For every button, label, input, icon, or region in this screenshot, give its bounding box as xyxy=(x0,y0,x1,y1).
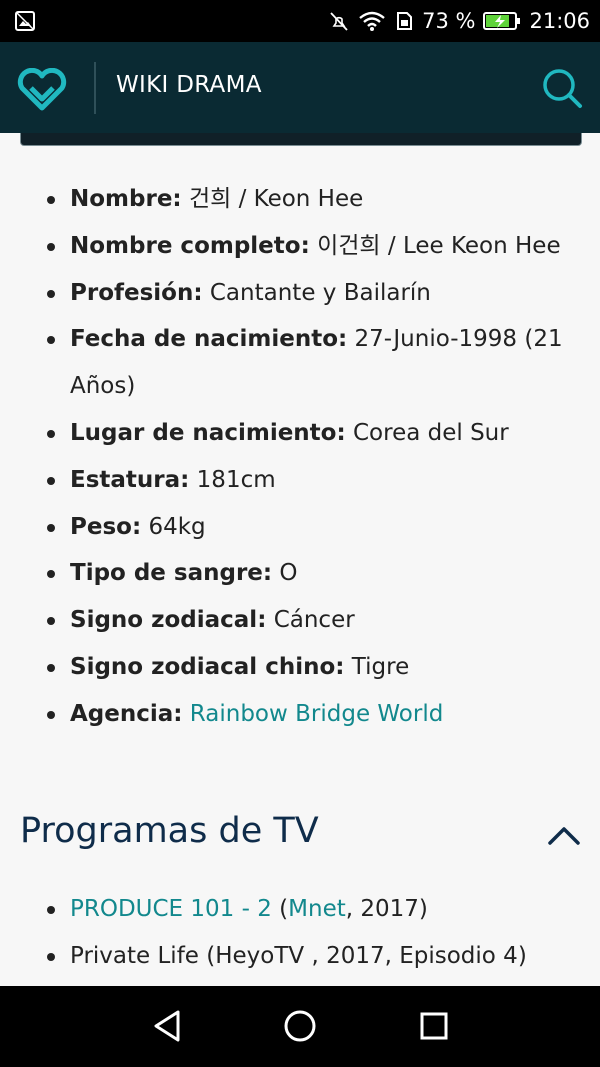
sim-icon xyxy=(397,12,413,30)
chevron-up-icon[interactable] xyxy=(546,823,582,847)
recents-icon[interactable] xyxy=(414,1006,454,1046)
list-item: Signo zodiacal: Cáncer xyxy=(0,597,600,644)
app-bar: WIKI DRAMA xyxy=(0,42,600,133)
mute-icon xyxy=(330,12,348,31)
heart-logo-icon[interactable] xyxy=(17,68,67,112)
status-bar: 73 % 21:06 xyxy=(0,0,600,42)
list-item: Private Life (HeyoTV , 2017, Episodio 4) xyxy=(0,933,600,980)
list-item: PRODUCE 101 - 2 (Mnet, 2017) xyxy=(0,886,600,933)
app-title[interactable]: WIKI DRAMA xyxy=(116,72,262,98)
header-divider xyxy=(94,62,96,114)
list-item: Tipo de sangre: O xyxy=(0,550,600,597)
article-content: Nombre: 건희 / Keon Hee Nombre completo: 이… xyxy=(0,133,600,986)
bio-list: Nombre: 건희 / Keon Hee Nombre completo: 이… xyxy=(0,176,600,738)
tv-list: PRODUCE 101 - 2 (Mnet, 2017) Private Lif… xyxy=(0,886,600,980)
profile-image-bottom xyxy=(20,133,582,146)
battery-charging-icon xyxy=(483,11,521,31)
list-item: Signo zodiacal chino: Tigre xyxy=(0,644,600,691)
back-icon[interactable] xyxy=(148,1006,188,1046)
section-title-tv[interactable]: Programas de TV xyxy=(20,811,319,851)
search-icon[interactable] xyxy=(540,66,584,110)
list-item: Nombre completo: 이건희 / Lee Keon Hee xyxy=(0,223,600,270)
clock: 21:06 xyxy=(529,9,590,33)
list-item: Profesión: Cantante y Bailarín xyxy=(0,270,600,317)
home-icon[interactable] xyxy=(280,1006,320,1046)
wifi-icon xyxy=(359,11,385,31)
list-item: Agencia: Rainbow Bridge World xyxy=(0,691,600,738)
navigation-bar xyxy=(0,986,600,1067)
mnet-link[interactable]: Mnet xyxy=(288,896,346,922)
list-item: Nombre: 건희 / Keon Hee xyxy=(0,176,600,223)
image-notification-icon xyxy=(15,11,35,31)
battery-percent: 73 % xyxy=(422,9,476,33)
list-item: Peso: 64kg xyxy=(0,504,600,551)
list-item: Fecha de nacimiento: 27-Junio-1998 (21 A… xyxy=(0,316,600,410)
list-item: Lugar de nacimiento: Corea del Sur xyxy=(0,410,600,457)
agency-link[interactable]: Rainbow Bridge World xyxy=(190,701,444,727)
produce-link[interactable]: PRODUCE 101 - 2 xyxy=(70,896,272,922)
list-item: Estatura: 181cm xyxy=(0,457,600,504)
